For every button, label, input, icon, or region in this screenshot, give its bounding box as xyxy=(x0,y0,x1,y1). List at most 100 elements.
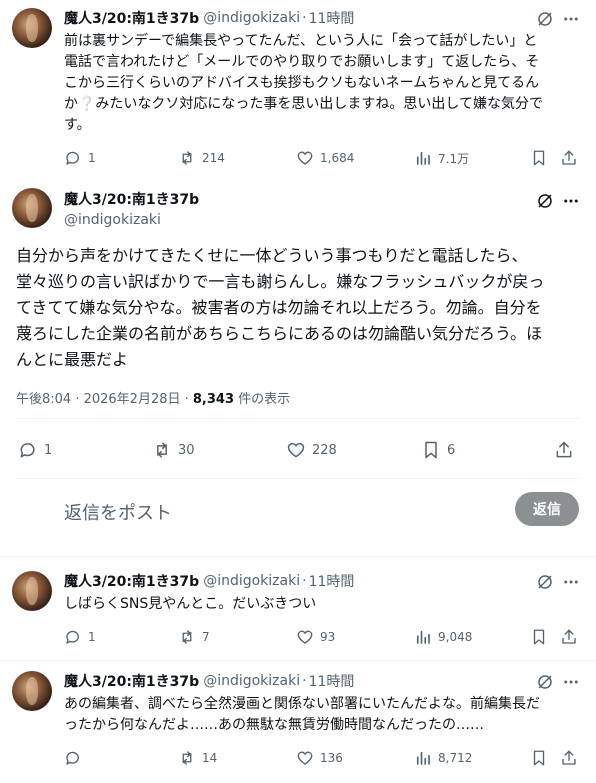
grok-icon[interactable] xyxy=(536,10,554,28)
separator-dot: · xyxy=(302,573,307,589)
reply-button[interactable]: 1 xyxy=(18,438,52,462)
separator-dot: · xyxy=(302,10,307,26)
heart-icon xyxy=(297,630,313,644)
share-icon xyxy=(562,750,576,765)
reply-button[interactable] xyxy=(64,748,88,768)
tweet-time[interactable]: 11時間 xyxy=(309,571,355,591)
author-handle[interactable]: @indigokizaki xyxy=(203,10,300,26)
like-button[interactable]: 136 xyxy=(296,748,343,768)
bookmark-icon xyxy=(533,750,545,766)
timestamp[interactable]: 午後8:04 · 2026年2月28日 · xyxy=(16,392,193,407)
author-name[interactable]: 魔人3/20:南1き37b xyxy=(64,8,199,28)
retweet-icon xyxy=(157,442,167,458)
grok-icon[interactable] xyxy=(536,673,554,691)
reply-button[interactable]: 1 xyxy=(64,148,96,168)
retweet-count: 214 xyxy=(202,151,225,165)
bookmark-button[interactable] xyxy=(530,148,548,168)
author-name[interactable]: 魔人3/20:南1き37b xyxy=(64,671,199,691)
avatar[interactable] xyxy=(12,188,52,228)
author-name[interactable]: 魔人3/20:南1き37b xyxy=(64,190,199,210)
author-handle[interactable]: @indigokizaki xyxy=(203,673,300,689)
bookmark-button[interactable] xyxy=(530,627,548,647)
section-divider xyxy=(0,660,596,661)
views-button[interactable]: 7.1万 xyxy=(414,148,469,168)
author-handle[interactable]: @indigokizaki xyxy=(203,573,300,589)
bookmark-button[interactable] xyxy=(530,748,548,768)
like-button[interactable]: 1,684 xyxy=(296,148,354,168)
views-count: 8,343 xyxy=(192,392,235,407)
heart-icon xyxy=(297,151,313,165)
tweet-header: 魔人3/20:南1き37b @indigokizaki · 11時間 xyxy=(64,571,354,591)
tweet-time[interactable]: 11時間 xyxy=(309,8,355,28)
retweet-button[interactable]: 7 xyxy=(178,627,210,647)
section-divider xyxy=(0,556,596,557)
reply-input[interactable]: 返信をポスト xyxy=(64,499,172,525)
avatar[interactable] xyxy=(12,8,52,48)
retweet-button[interactable]: 214 xyxy=(178,148,225,168)
views-count: 8,712 xyxy=(438,751,473,765)
author-handle[interactable]: @indigokizaki xyxy=(64,210,199,230)
views-icon xyxy=(416,630,430,644)
tweet-meta: 午後8:04 · 2026年2月28日 · 8,343 件の表示 xyxy=(16,388,290,407)
like-count: 93 xyxy=(320,630,336,644)
views-label: 件の表示 xyxy=(234,392,291,407)
tweet-1[interactable]: 魔人3/20:南1き37b @indigokizaki · 11時間 前は裏サン… xyxy=(0,8,596,168)
tweet-time[interactable]: 11時間 xyxy=(309,671,355,691)
reply-icon xyxy=(66,751,79,765)
heart-icon xyxy=(287,442,305,458)
views-button[interactable]: 8,712 xyxy=(414,748,472,768)
more-icon[interactable] xyxy=(562,10,580,28)
bookmark-icon xyxy=(425,441,437,459)
retweet-button[interactable]: 30 xyxy=(152,438,195,462)
heart-icon xyxy=(297,751,313,765)
retweet-icon xyxy=(182,751,192,765)
grok-icon[interactable] xyxy=(536,573,554,591)
author-name[interactable]: 魔人3/20:南1き37b xyxy=(64,571,199,591)
retweet-button[interactable]: 14 xyxy=(178,748,217,768)
tweet-text: あの編集者、調べたら全然漫画と関係ない部署にいたんだよな。前編集長だ ったから何… xyxy=(64,696,540,733)
share-button[interactable] xyxy=(560,627,578,647)
divider xyxy=(16,418,580,419)
main-actions: 1 30 228 6 xyxy=(16,438,582,462)
views-count: 7.1万 xyxy=(438,151,470,166)
like-button[interactable]: 228 xyxy=(286,438,337,462)
reply-button[interactable]: 1 xyxy=(64,627,96,647)
share-icon xyxy=(562,629,576,644)
reply-count: 1 xyxy=(88,151,96,165)
more-icon[interactable] xyxy=(562,573,580,591)
retweet-count: 14 xyxy=(202,751,218,765)
share-button[interactable] xyxy=(554,438,574,462)
retweet-count: 30 xyxy=(178,442,195,458)
share-button[interactable] xyxy=(560,748,578,768)
bookmark-count: 6 xyxy=(447,442,456,458)
reply-icon xyxy=(66,151,79,165)
avatar[interactable] xyxy=(12,571,52,611)
avatar[interactable] xyxy=(12,671,52,711)
tweet-4[interactable]: 魔人3/20:南1き37b @indigokizaki · 11時間 あの編集者… xyxy=(0,671,596,781)
views-button[interactable]: 9,048 xyxy=(414,627,472,647)
views-icon xyxy=(416,151,430,165)
reply-submit-button[interactable]: 返信 xyxy=(515,492,579,526)
more-icon[interactable] xyxy=(562,192,580,210)
tweet-actions: 14 136 8,712 xyxy=(64,748,580,768)
retweet-icon xyxy=(182,151,192,165)
share-icon xyxy=(562,150,576,165)
more-icon[interactable] xyxy=(562,673,580,691)
bookmark-button[interactable]: 6 xyxy=(421,438,455,462)
share-button[interactable] xyxy=(560,148,578,168)
reply-icon xyxy=(20,443,35,458)
views-icon xyxy=(416,751,430,765)
like-count: 136 xyxy=(320,751,343,765)
like-count: 1,684 xyxy=(320,151,355,165)
views-count: 9,048 xyxy=(438,630,473,644)
like-button[interactable]: 93 xyxy=(296,627,335,647)
reply-icon xyxy=(66,630,79,644)
share-icon xyxy=(556,441,572,458)
tweet-3[interactable]: 魔人3/20:南1き37b @indigokizaki · 11時間 しばらくS… xyxy=(0,571,596,661)
reply-count: 1 xyxy=(44,442,53,458)
tweet-header: 魔人3/20:南1き37b @indigokizaki · 11時間 xyxy=(64,8,354,28)
divider xyxy=(16,478,580,479)
grok-icon[interactable] xyxy=(536,192,554,210)
reply-count: 1 xyxy=(88,630,96,644)
bookmark-icon xyxy=(533,150,545,166)
